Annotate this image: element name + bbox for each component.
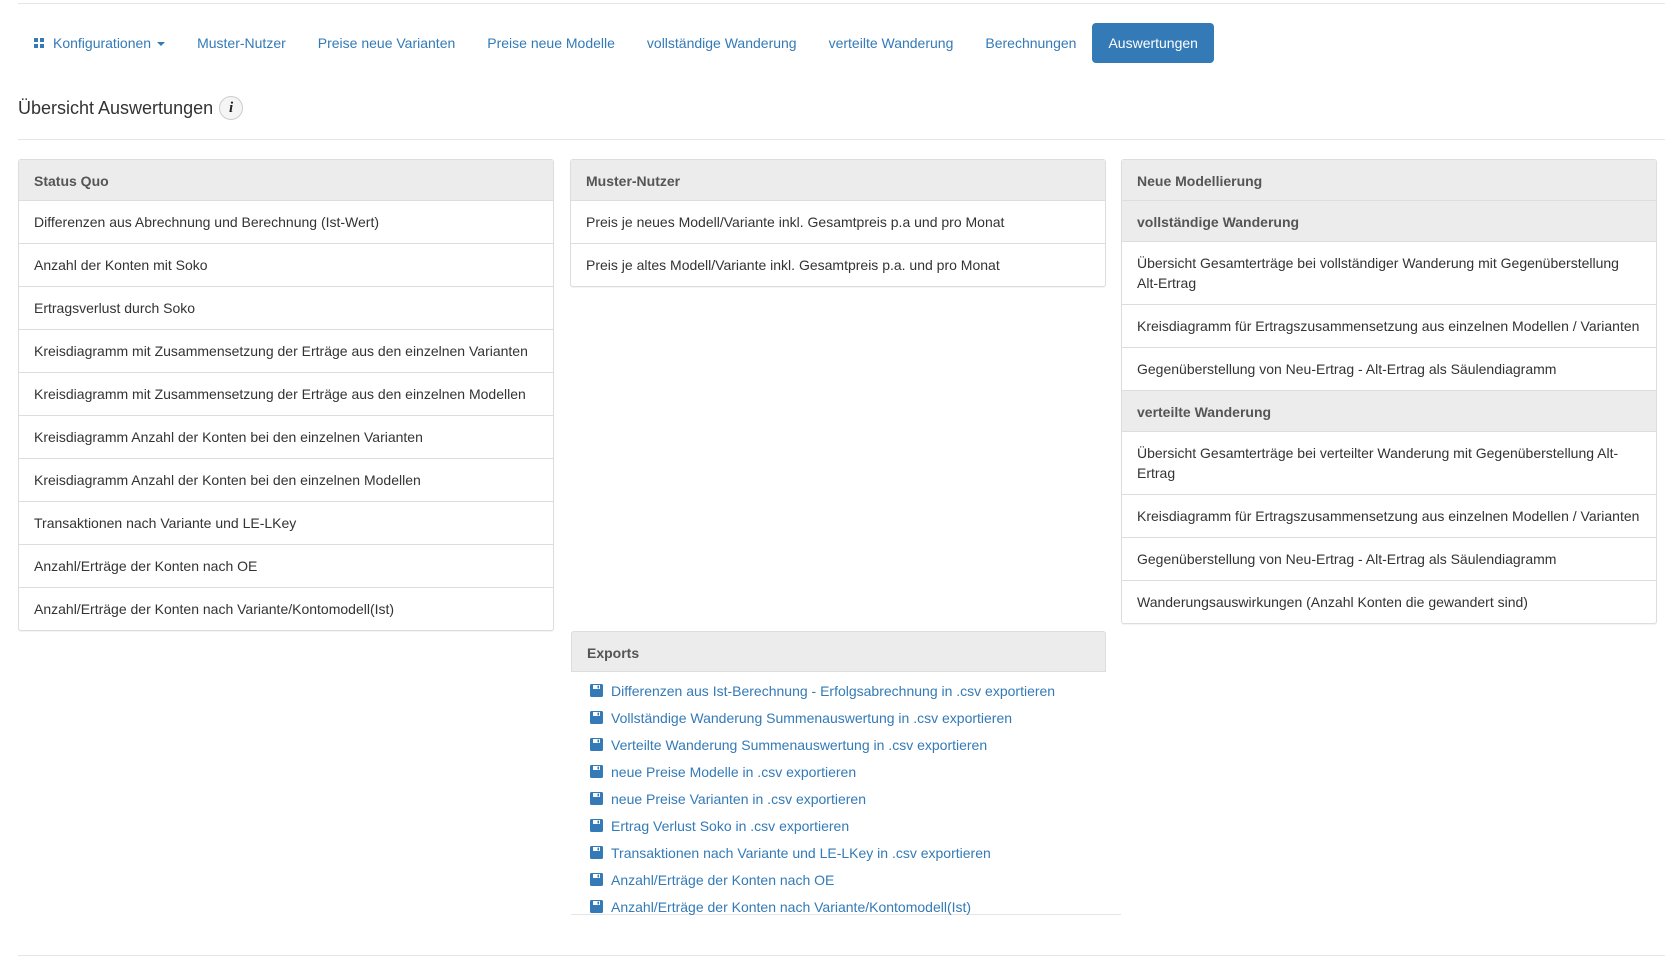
muster-nutzer-panel: Muster-Nutzer Preis je neues Modell/Vari… bbox=[570, 159, 1106, 287]
status-quo-item[interactable]: Kreisdiagramm mit Zusammensetzung der Er… bbox=[19, 373, 553, 416]
neue-modellierung-panel: Neue Modellierung vollständige Wanderung… bbox=[1121, 159, 1657, 624]
nav-konfigurationen-dropdown[interactable]: Konfigurationen bbox=[18, 23, 181, 63]
verteilte-wanderung-item[interactable]: Übersicht Gesamterträge bei verteilter W… bbox=[1122, 432, 1656, 495]
floppy-disk-icon bbox=[590, 873, 603, 886]
status-quo-item[interactable]: Differenzen aus Abrechnung und Berechnun… bbox=[19, 201, 553, 244]
export-label: Differenzen aus Ist-Berechnung - Erfolgs… bbox=[611, 682, 1056, 699]
status-quo-panel: Status Quo Differenzen aus Abrechnung un… bbox=[18, 159, 554, 631]
vollstaendige-wanderung-item[interactable]: Kreisdiagramm für Ertragszusammensetzung… bbox=[1122, 305, 1656, 348]
export-label: Vollständige Wanderung Summenauswertung … bbox=[611, 709, 1013, 726]
verteilte-wanderung-item[interactable]: Kreisdiagramm für Ertragszusammensetzung… bbox=[1122, 495, 1656, 538]
export-link[interactable]: neue Preise Varianten in .csv exportiere… bbox=[571, 785, 1121, 812]
nav-berechnungen[interactable]: Berechnungen bbox=[969, 23, 1092, 63]
verteilte-wanderung-heading: verteilte Wanderung bbox=[1122, 391, 1656, 432]
export-label: neue Preise Modelle in .csv exportieren bbox=[611, 763, 857, 780]
nav-auswertungen[interactable]: Auswertungen bbox=[1092, 23, 1214, 63]
export-label: Ertrag Verlust Soko in .csv exportieren bbox=[611, 817, 850, 834]
vollstaendige-wanderung-heading: vollständige Wanderung bbox=[1122, 201, 1656, 242]
floppy-disk-icon bbox=[590, 765, 603, 778]
info-icon[interactable]: i bbox=[219, 96, 244, 120]
export-label: Verteilte Wanderung Summenauswertung in … bbox=[611, 736, 988, 753]
page-title: Übersicht Auswertungen bbox=[18, 97, 214, 118]
footer-divider bbox=[18, 955, 1665, 956]
status-quo-item[interactable]: Ertragsverlust durch Soko bbox=[19, 287, 553, 330]
muster-nutzer-item[interactable]: Preis je altes Modell/Variante inkl. Ges… bbox=[571, 244, 1105, 286]
neue-modellierung-heading: Neue Modellierung bbox=[1122, 160, 1656, 201]
floppy-disk-icon bbox=[590, 738, 603, 751]
floppy-disk-icon bbox=[590, 819, 603, 832]
status-quo-item[interactable]: Kreisdiagramm Anzahl der Konten bei den … bbox=[19, 459, 553, 502]
status-quo-item[interactable]: Anzahl/Erträge der Konten nach Variante/… bbox=[19, 588, 553, 630]
nav-preise-neue-modelle[interactable]: Preise neue Modelle bbox=[471, 23, 631, 63]
export-link[interactable]: Transaktionen nach Variante und LE-LKey … bbox=[571, 839, 1121, 866]
status-quo-item[interactable]: Anzahl der Konten mit Soko bbox=[19, 244, 553, 287]
status-quo-item[interactable]: Kreisdiagramm Anzahl der Konten bei den … bbox=[19, 416, 553, 459]
page-title-row: Übersicht Auswertungen i bbox=[18, 96, 244, 120]
status-quo-heading: Status Quo bbox=[19, 160, 553, 201]
export-link[interactable]: Differenzen aus Ist-Berechnung - Erfolgs… bbox=[571, 677, 1121, 704]
top-divider bbox=[18, 3, 1665, 4]
export-label: Anzahl/Erträge der Konten nach OE bbox=[611, 871, 835, 888]
caret-down-icon bbox=[157, 42, 166, 46]
verteilte-wanderung-item[interactable]: Wanderungsauswirkungen (Anzahl Konten di… bbox=[1122, 581, 1656, 623]
nav-vollstaendige-wanderung[interactable]: vollständige Wanderung bbox=[631, 23, 813, 63]
nav-konfigurationen-label: Konfigurationen bbox=[53, 35, 152, 51]
verteilte-wanderung-item[interactable]: Gegenüberstellung von Neu-Ertrag - Alt-E… bbox=[1122, 538, 1656, 581]
export-link[interactable]: Verteilte Wanderung Summenauswertung in … bbox=[571, 731, 1121, 758]
title-divider bbox=[18, 139, 1665, 140]
floppy-disk-icon bbox=[590, 900, 603, 913]
vollstaendige-wanderung-item[interactable]: Übersicht Gesamterträge bei vollständige… bbox=[1122, 242, 1656, 305]
nav-verteilte-wanderung[interactable]: verteilte Wanderung bbox=[813, 23, 970, 63]
status-quo-item[interactable]: Kreisdiagramm mit Zusammensetzung der Er… bbox=[19, 330, 553, 373]
muster-nutzer-heading: Muster-Nutzer bbox=[571, 160, 1105, 201]
status-quo-item[interactable]: Transaktionen nach Variante und LE-LKey bbox=[19, 502, 553, 545]
floppy-disk-icon bbox=[590, 711, 603, 724]
nav-preise-neue-varianten[interactable]: Preise neue Varianten bbox=[302, 23, 472, 63]
export-label: neue Preise Varianten in .csv exportiere… bbox=[611, 790, 866, 807]
main-nav: Konfigurationen Muster-Nutzer Preise neu… bbox=[18, 23, 1214, 63]
floppy-disk-icon bbox=[590, 792, 603, 805]
vollstaendige-wanderung-item[interactable]: Gegenüberstellung von Neu-Ertrag - Alt-E… bbox=[1122, 348, 1656, 391]
muster-nutzer-item[interactable]: Preis je neues Modell/Variante inkl. Ges… bbox=[571, 201, 1105, 244]
floppy-disk-icon bbox=[590, 846, 603, 859]
exports-heading: Exports bbox=[571, 631, 1106, 672]
export-link[interactable]: Ertrag Verlust Soko in .csv exportieren bbox=[571, 812, 1121, 839]
exports-list: Differenzen aus Ist-Berechnung - Erfolgs… bbox=[571, 672, 1121, 915]
export-link[interactable]: Anzahl/Erträge der Konten nach Variante/… bbox=[571, 893, 1121, 920]
export-link[interactable]: Anzahl/Erträge der Konten nach OE bbox=[571, 866, 1121, 893]
export-link[interactable]: Vollständige Wanderung Summenauswertung … bbox=[571, 704, 1121, 731]
export-label: Anzahl/Erträge der Konten nach Variante/… bbox=[611, 898, 972, 915]
floppy-disk-icon bbox=[590, 684, 603, 697]
export-label: Transaktionen nach Variante und LE-LKey … bbox=[611, 844, 991, 861]
status-quo-item[interactable]: Anzahl/Erträge der Konten nach OE bbox=[19, 545, 553, 588]
grid-icon bbox=[34, 38, 44, 48]
nav-muster-nutzer[interactable]: Muster-Nutzer bbox=[181, 23, 302, 63]
export-link[interactable]: neue Preise Modelle in .csv exportieren bbox=[571, 758, 1121, 785]
